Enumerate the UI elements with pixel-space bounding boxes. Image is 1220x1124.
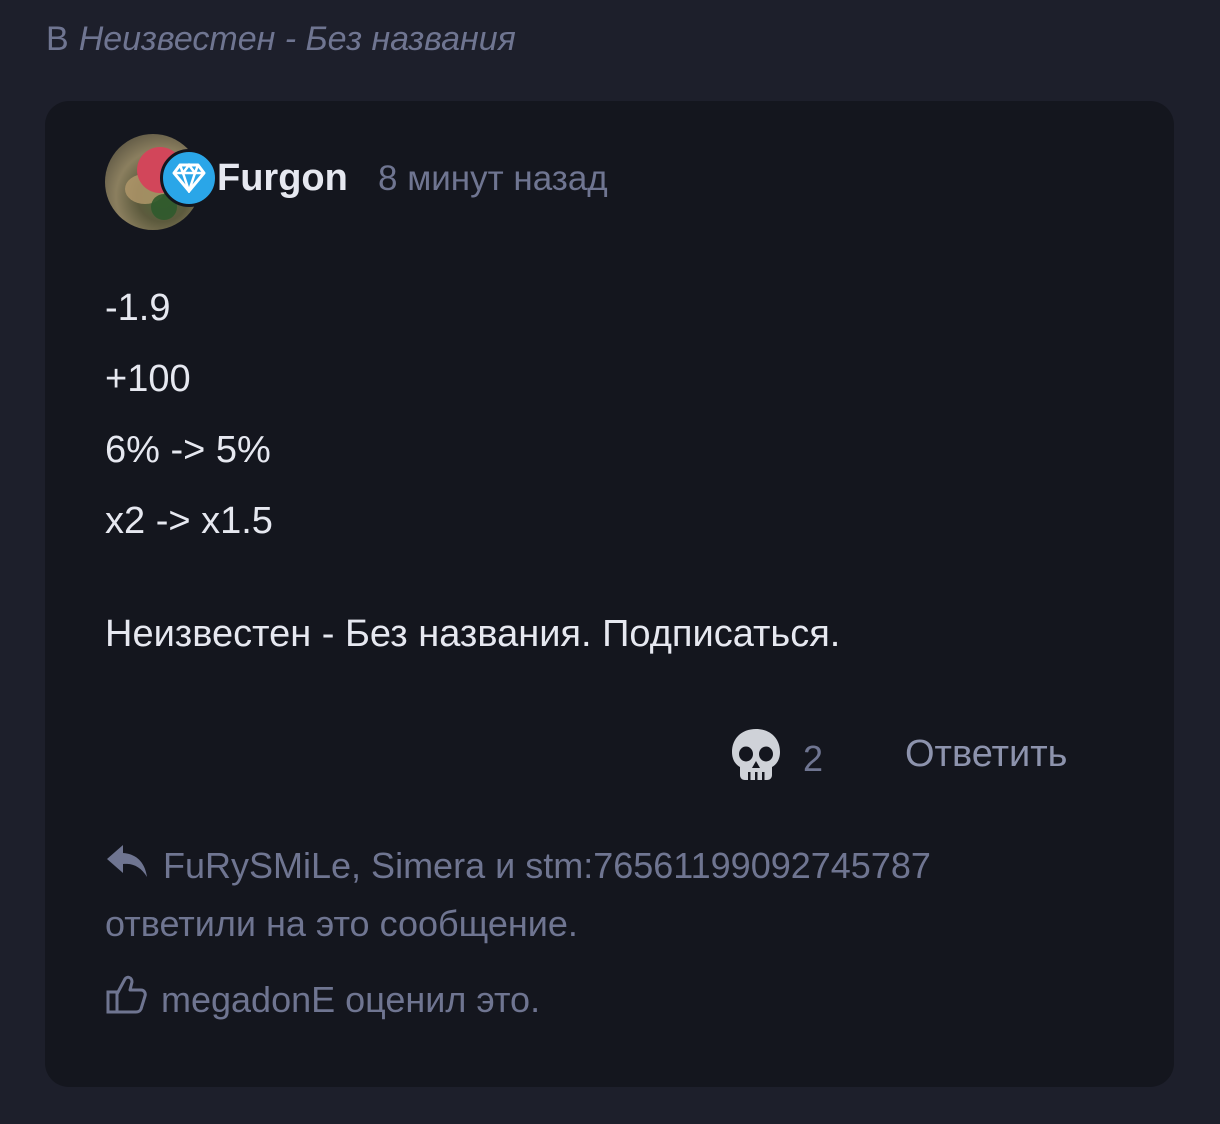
post-line: +100 <box>105 358 191 400</box>
diamond-badge-icon <box>160 149 218 207</box>
avatar-group[interactable] <box>105 131 218 231</box>
breadcrumb-prefix: В <box>46 20 69 58</box>
username[interactable]: Furgon <box>217 157 348 200</box>
likes-text: megadonE оценил это. <box>161 979 541 1020</box>
post-line: -1.9 <box>105 287 171 329</box>
replies-suffix: ответили на это сообщение. <box>105 903 578 944</box>
reply-button[interactable]: Ответить <box>905 733 1067 776</box>
likes-summary[interactable]: megadonE оценил это. <box>105 975 541 1024</box>
replies-users: FuRySMiLe, Simera и stm:7656119909274578… <box>163 845 931 886</box>
post-signature: Неизвестен - Без названия. Подписаться. <box>105 613 841 655</box>
skull-icon[interactable] <box>728 727 784 783</box>
reaction-count: 2 <box>803 738 824 779</box>
breadcrumb-topic-link[interactable]: Неизвестен - Без названия <box>79 20 516 58</box>
post-line: x2 -> x1.5 <box>105 500 273 542</box>
breadcrumb: В Неизвестен - Без названия <box>46 20 516 59</box>
reply-arrow-icon <box>105 843 149 888</box>
replies-summary[interactable]: FuRySMiLe, Simera и stm:7656119909274578… <box>105 843 931 888</box>
post-time: 8 минут назад <box>378 159 608 198</box>
post-card: Furgon 8 минут назад -1.9 +100 6% -> 5% … <box>45 101 1174 1087</box>
thumbs-up-icon <box>105 975 147 1024</box>
post-line: 6% -> 5% <box>105 429 271 471</box>
